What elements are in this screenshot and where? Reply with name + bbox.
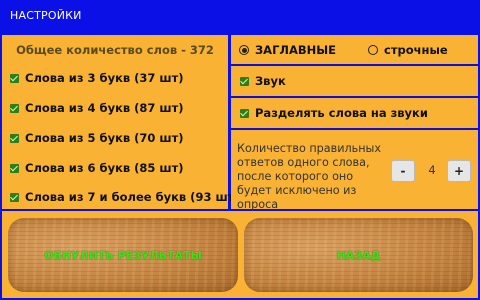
threshold-description: Количество правильных ответов одного сло… bbox=[237, 142, 382, 211]
back-button[interactable]: НАЗАД bbox=[244, 218, 473, 292]
word-group-label: Слова из 7 и более букв (93 шт) bbox=[25, 190, 240, 204]
case-panel: ЗАГЛАВНЫЕ строчные bbox=[231, 35, 478, 64]
checkbox-checked-icon bbox=[240, 76, 249, 86]
word-group-5-checkbox[interactable]: Слова из 5 букв (70 шт) bbox=[10, 131, 184, 145]
lowercase-radio[interactable]: строчные bbox=[368, 43, 448, 57]
split-sounds-checkbox[interactable]: Разделять слова на звуки bbox=[240, 106, 428, 120]
word-groups-panel: Общее количество слов - 372 Слова из 3 б… bbox=[2, 35, 240, 209]
word-group-label: Слова из 4 букв (87 шт) bbox=[25, 101, 184, 115]
word-group-7plus-checkbox[interactable]: Слова из 7 и более букв (93 шт) bbox=[10, 190, 240, 204]
split-sounds-label: Разделять слова на звуки bbox=[255, 106, 428, 120]
checkbox-checked-icon bbox=[240, 108, 249, 118]
page-title: НАСТРОЙКИ bbox=[10, 9, 82, 22]
checkbox-checked-icon bbox=[10, 103, 19, 113]
threshold-value: 4 bbox=[428, 163, 436, 177]
reset-results-label: ОБНУЛИТЬ РЕЗУЛЬТАТЫ bbox=[44, 248, 202, 262]
increment-button[interactable]: + bbox=[447, 160, 471, 182]
sound-panel: Звук bbox=[231, 66, 478, 96]
checkbox-checked-icon bbox=[10, 192, 19, 202]
word-group-6-checkbox[interactable]: Слова из 6 букв (85 шт) bbox=[10, 161, 184, 175]
checkbox-checked-icon bbox=[10, 133, 19, 143]
checkbox-checked-icon bbox=[10, 163, 19, 173]
title-bar: НАСТРОЙКИ bbox=[0, 0, 480, 33]
back-label: НАЗАД bbox=[336, 248, 381, 262]
lowercase-label: строчные bbox=[384, 43, 448, 57]
word-group-label: Слова из 5 букв (70 шт) bbox=[25, 131, 184, 145]
sound-checkbox[interactable]: Звук bbox=[240, 74, 286, 88]
total-words-label: Общее количество слов - 372 bbox=[16, 43, 214, 57]
reset-results-button[interactable]: ОБНУЛИТЬ РЕЗУЛЬТАТЫ bbox=[8, 218, 238, 292]
word-group-3-checkbox[interactable]: Слова из 3 букв (37 шт) bbox=[10, 71, 184, 85]
sound-label: Звук bbox=[255, 74, 286, 88]
radio-unselected-icon bbox=[368, 45, 378, 55]
checkbox-checked-icon bbox=[10, 73, 19, 83]
radio-selected-icon bbox=[239, 45, 249, 55]
word-group-4-checkbox[interactable]: Слова из 4 букв (87 шт) bbox=[10, 101, 184, 115]
word-group-label: Слова из 3 букв (37 шт) bbox=[25, 71, 184, 85]
uppercase-label: ЗАГЛАВНЫЕ bbox=[255, 43, 337, 57]
decrement-button[interactable]: - bbox=[391, 160, 415, 182]
uppercase-radio[interactable]: ЗАГЛАВНЫЕ bbox=[239, 43, 336, 57]
word-group-label: Слова из 6 букв (85 шт) bbox=[25, 161, 184, 175]
split-panel: Разделять слова на звуки bbox=[231, 98, 478, 128]
